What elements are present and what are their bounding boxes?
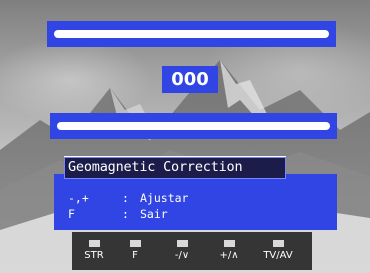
help-key: F — [68, 207, 75, 221]
top-scale-track — [54, 30, 329, 38]
help-panel: -,+: Ajustar F: Sair — [54, 174, 337, 230]
help-action: Sair — [140, 207, 168, 221]
minus-down-button[interactable]: -/∨ — [162, 236, 202, 268]
menu-title-bar: Geomagnetic Correction — [64, 156, 286, 179]
button-guide-bar: STR F -/∨ +/∧ TV/AV — [72, 232, 312, 270]
help-action: Ajustar — [140, 191, 189, 205]
menu-title: Geomagnetic Correction — [68, 159, 243, 175]
bottom-scale-bar — [50, 113, 337, 139]
minus-down-button-label: -/∨ — [174, 250, 190, 261]
correction-value: 000 — [162, 66, 218, 93]
plus-up-button[interactable]: +/∧ — [209, 236, 249, 268]
bottom-scale-track — [57, 122, 330, 130]
button-icon — [129, 240, 141, 247]
button-icon — [223, 240, 235, 247]
display-screen: 000 -,+: Ajustar F: Sair Geomagnetic Corre… — [0, 0, 370, 273]
help-separator: : — [122, 191, 129, 205]
button-icon — [88, 240, 100, 247]
help-key: -,+ — [68, 191, 89, 205]
str-button-label: STR — [84, 250, 104, 261]
help-separator: : — [122, 207, 129, 221]
f-button[interactable]: F — [115, 236, 155, 268]
plus-up-button-label: +/∧ — [219, 250, 239, 261]
help-row-exit: F: Sair — [68, 207, 168, 221]
str-button[interactable]: STR — [74, 236, 114, 268]
button-icon — [272, 240, 284, 247]
tv-av-button[interactable]: TV/AV — [255, 236, 301, 268]
button-icon — [176, 240, 188, 247]
top-scale-bar — [47, 21, 336, 47]
f-button-label: F — [132, 250, 138, 261]
help-row-adjust: -,+: Ajustar — [68, 191, 188, 205]
tv-av-button-label: TV/AV — [263, 250, 293, 261]
